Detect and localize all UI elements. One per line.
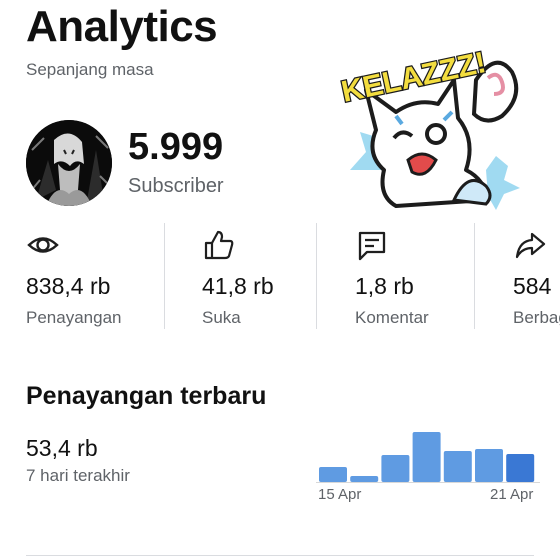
recent-views-title: Penayangan terbaru (26, 382, 267, 410)
chart-bar-20-apr[interactable] (475, 449, 503, 482)
x-tick-label-start: 15 Apr (318, 486, 362, 503)
x-tick-label-end: 21 Apr (490, 486, 534, 503)
shares-label: Berbagi (513, 308, 560, 327)
cat-sticker: KELAZZZ! (336, 20, 530, 216)
divider (164, 223, 165, 329)
likes-label: Suka (202, 308, 241, 327)
views-value: 838,4 rb (26, 273, 111, 299)
eye-icon (26, 228, 60, 262)
chart-bar-15-apr[interactable] (319, 467, 347, 482)
page-title: Analytics (26, 2, 218, 51)
svg-text:KELAZZZ!: KELAZZZ! (339, 46, 489, 109)
shares-value: 584 (513, 273, 552, 299)
thumbs-up-icon (202, 228, 236, 262)
divider (316, 223, 317, 329)
comments-value: 1,8 rb (355, 273, 414, 299)
likes-value: 41,8 rb (202, 273, 274, 299)
recent-views-period: 7 hari terakhir (26, 466, 130, 485)
period-subtitle[interactable]: Sepanjang masa (26, 60, 154, 80)
subscriber-count: 5.999 (128, 126, 224, 168)
comment-icon (355, 228, 389, 262)
chart-bar-21-apr[interactable] (506, 454, 535, 482)
chart-bar-16-apr[interactable] (350, 476, 379, 482)
divider (474, 223, 475, 329)
chart-bar-18-apr[interactable] (412, 432, 441, 482)
chart-bar-19-apr[interactable] (443, 451, 472, 482)
chart-bar-17-apr[interactable] (381, 455, 410, 482)
share-icon (513, 228, 547, 262)
recent-views-value: 53,4 rb (26, 435, 98, 461)
views-label: Penayangan (26, 308, 122, 327)
comments-label: Komentar (355, 308, 429, 327)
shares-stat[interactable]: 584 Berbagi (513, 225, 560, 329)
avatar[interactable] (26, 120, 112, 206)
section-divider (26, 555, 534, 556)
subscriber-label: Subscriber (128, 175, 224, 197)
